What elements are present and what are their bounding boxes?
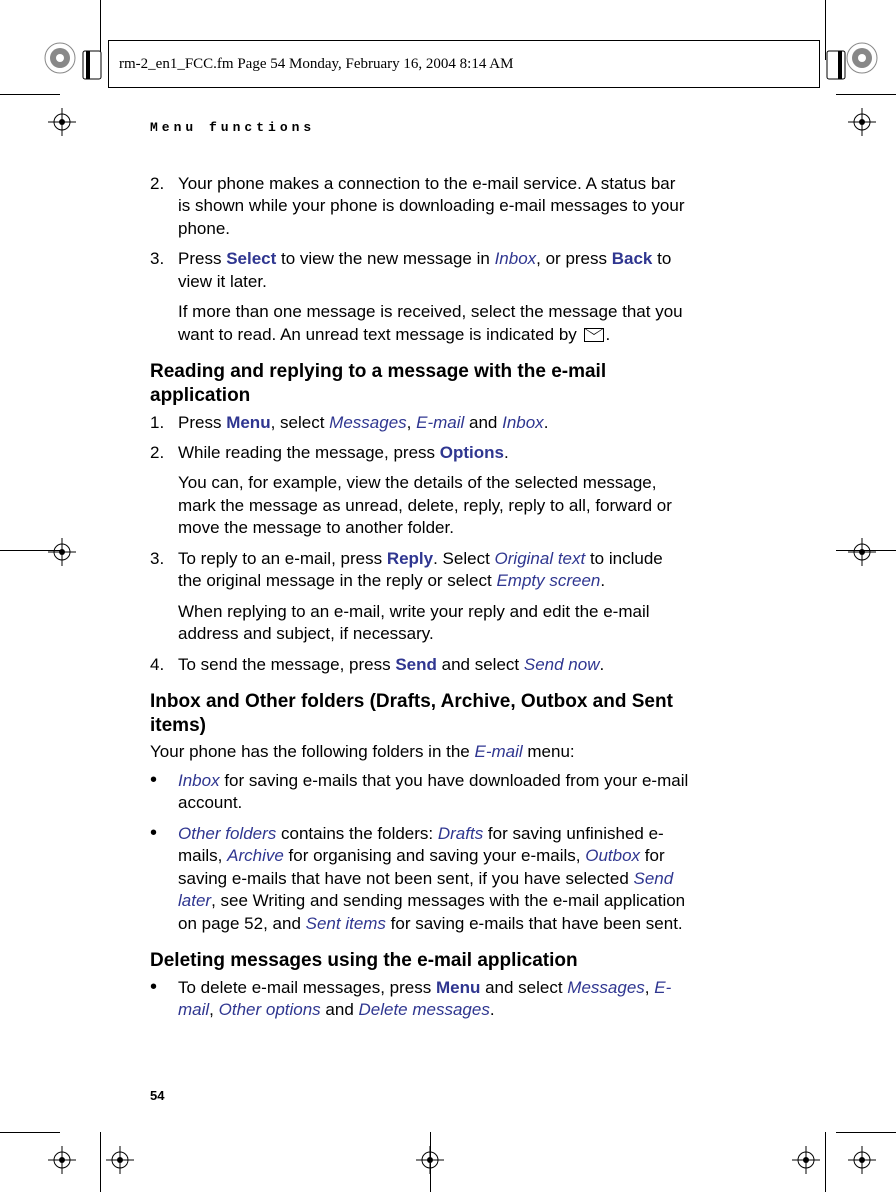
registration-mark-icon: [848, 538, 876, 566]
heading-deleting: Deleting messages using the e-mail appli…: [150, 949, 690, 973]
list-item: 4.To send the message, press Send and se…: [150, 654, 690, 676]
step-number: 1.: [150, 412, 178, 434]
list-item: 2.Your phone makes a connection to the e…: [150, 173, 690, 240]
list-item: •Inbox for saving e-mails that you have …: [150, 770, 690, 815]
list-item: 2.While reading the message, press Optio…: [150, 442, 690, 540]
step-number: 4.: [150, 654, 178, 676]
book-spine-icon: [81, 49, 103, 86]
bullet-icon: •: [150, 823, 178, 935]
step-number: 2.: [150, 442, 178, 540]
reading-steps-list: 1.Press Menu, select Messages, E-mail an…: [150, 412, 690, 676]
registration-mark-icon: [48, 108, 76, 136]
running-head-text: rm-2_en1_FCC.fm Page 54 Monday, February…: [119, 56, 513, 73]
registration-mark-icon: [416, 1146, 444, 1174]
list-item: 3.Press Select to view the new message i…: [150, 248, 690, 346]
list-item: 1.Press Menu, select Messages, E-mail an…: [150, 412, 690, 434]
list-item: •Other folders contains the folders: Dra…: [150, 823, 690, 935]
heading-reading: Reading and replying to a message with t…: [150, 360, 690, 408]
crop-mark: [836, 1132, 896, 1133]
crop-mark: [836, 94, 896, 95]
inbox-intro: Your phone has the following folders in …: [150, 741, 690, 763]
step-number: 2.: [150, 173, 178, 240]
color-target-icon: [846, 42, 878, 74]
crop-mark: [0, 1132, 60, 1133]
envelope-icon: [584, 328, 604, 342]
bullet-icon: •: [150, 770, 178, 815]
book-spine-icon: [825, 49, 847, 86]
page-number: 54: [150, 1088, 164, 1103]
step-number: 3.: [150, 248, 178, 346]
registration-mark-icon: [848, 108, 876, 136]
registration-mark-icon: [48, 538, 76, 566]
crop-mark: [100, 1132, 101, 1192]
step-number: 3.: [150, 548, 178, 646]
page-content: Menu functions 2.Your phone makes a conn…: [150, 120, 690, 1036]
crop-mark: [0, 94, 60, 95]
print-header: rm-2_en1_FCC.fm Page 54 Monday, February…: [108, 40, 820, 88]
section-label: Menu functions: [150, 120, 690, 135]
registration-mark-icon: [106, 1146, 134, 1174]
registration-mark-icon: [48, 1146, 76, 1174]
list-item: •To delete e-mail messages, press Menu a…: [150, 977, 690, 1022]
delete-bullets-list: •To delete e-mail messages, press Menu a…: [150, 977, 690, 1022]
registration-mark-icon: [848, 1146, 876, 1174]
heading-inbox: Inbox and Other folders (Drafts, Archive…: [150, 690, 690, 738]
color-target-icon: [44, 42, 76, 74]
crop-mark: [825, 1132, 826, 1192]
list-item: 3.To reply to an e-mail, press Reply. Se…: [150, 548, 690, 646]
folder-bullets-list: •Inbox for saving e-mails that you have …: [150, 770, 690, 935]
registration-mark-icon: [792, 1146, 820, 1174]
intro-steps-list: 2.Your phone makes a connection to the e…: [150, 173, 690, 346]
bullet-icon: •: [150, 977, 178, 1022]
